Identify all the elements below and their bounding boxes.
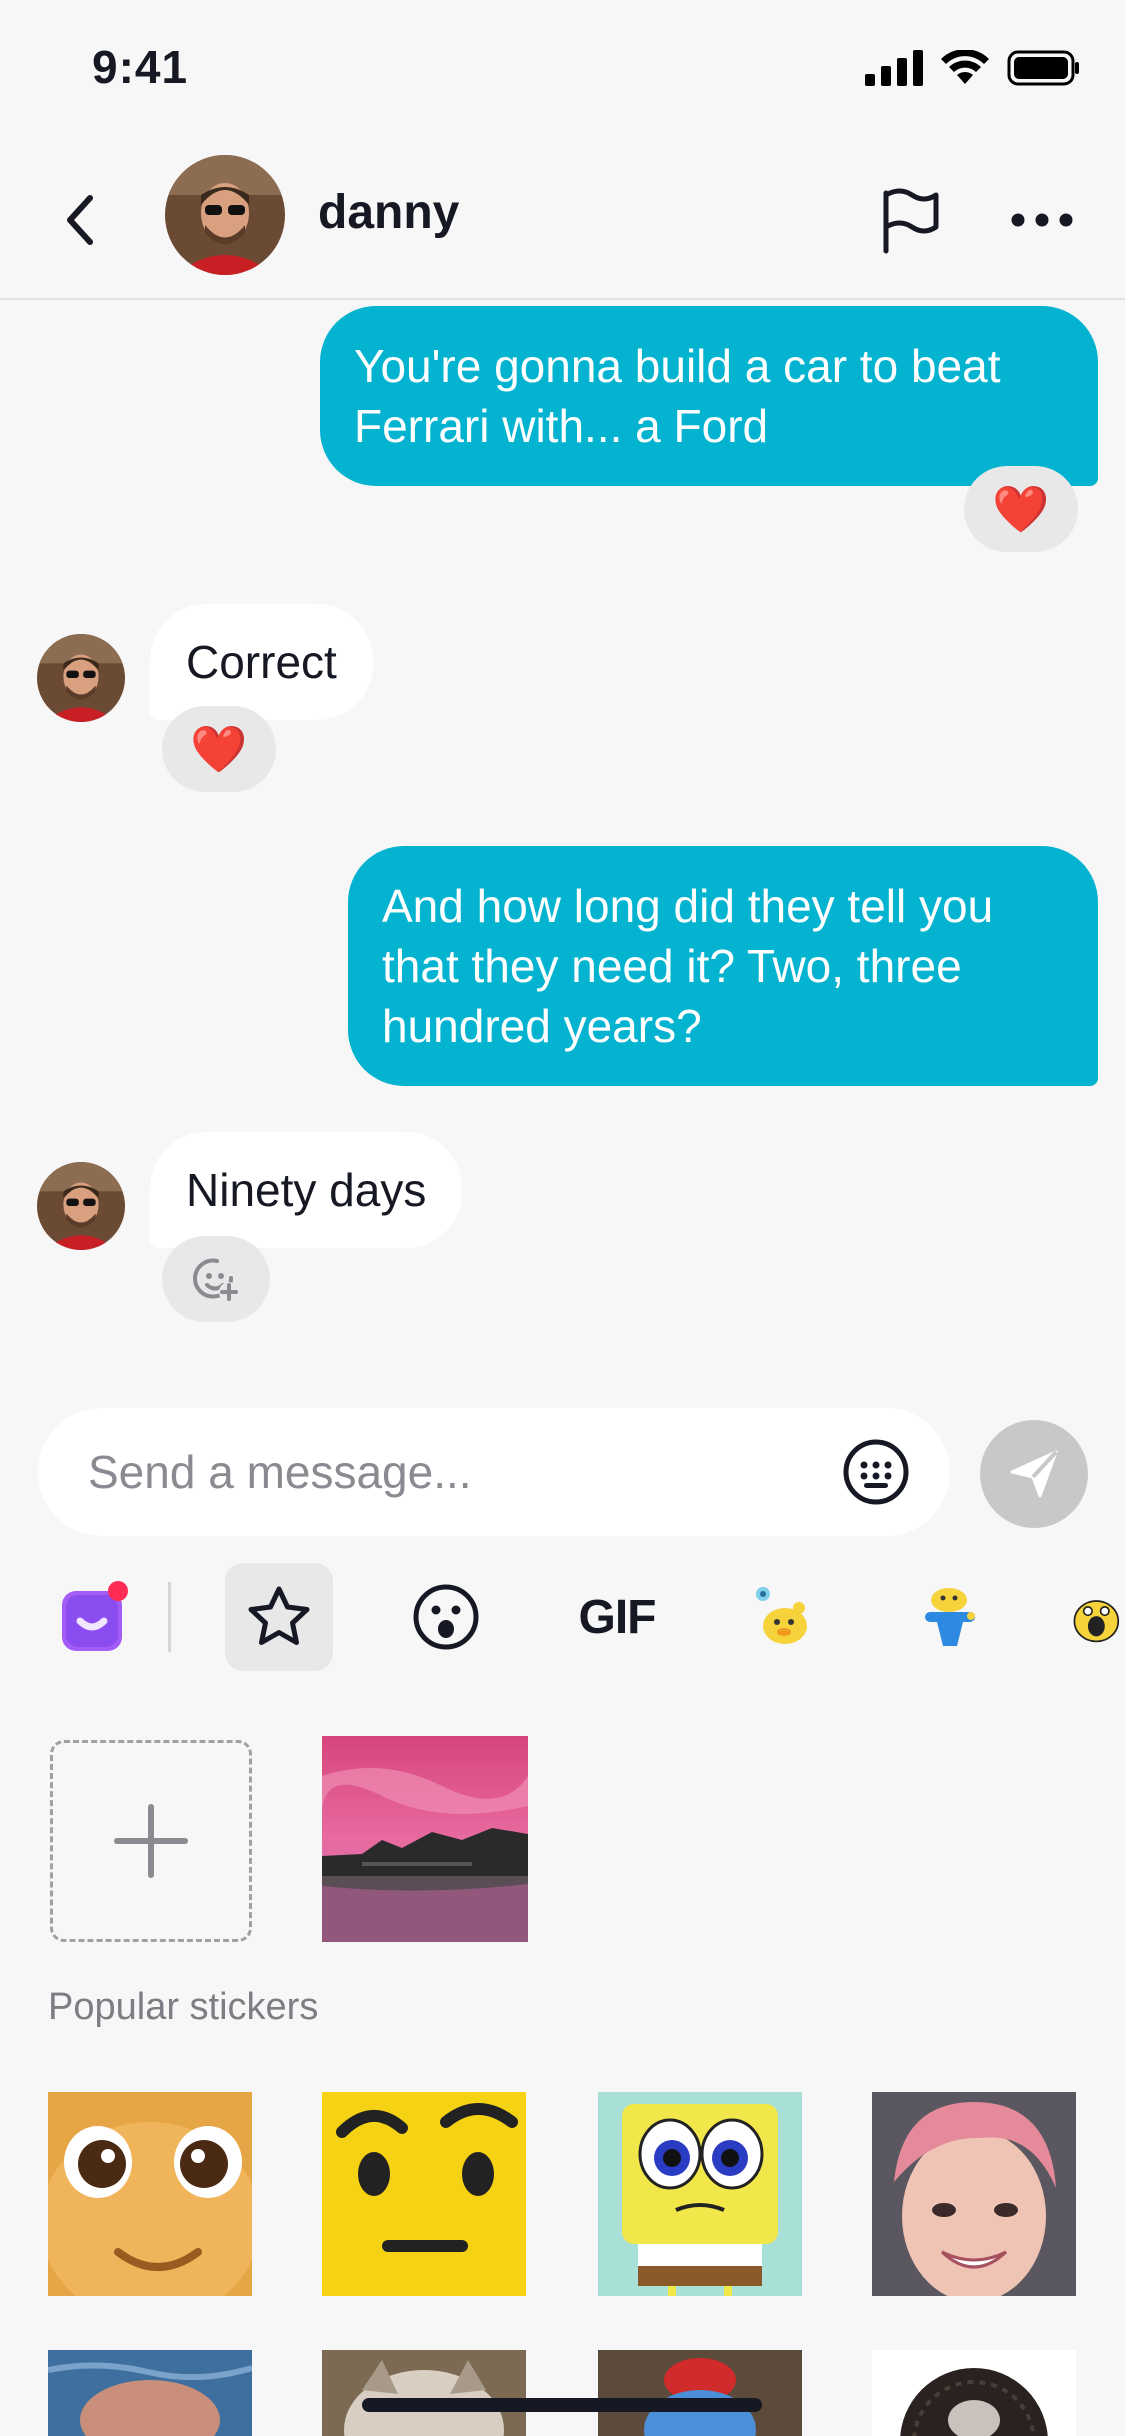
message-composer (38, 1408, 950, 1536)
tab-separator (168, 1582, 171, 1652)
tab-sticker-pack-3[interactable] (1066, 1563, 1125, 1671)
home-indicator[interactable] (362, 2398, 762, 2412)
chat-header: danny (0, 140, 1125, 300)
message-reaction[interactable]: ❤️ (964, 466, 1078, 552)
message-input[interactable] (88, 1408, 818, 1536)
contact-name[interactable]: danny (318, 185, 459, 240)
duck-sticker-icon (756, 1587, 807, 1644)
more-horizontal-icon (1011, 213, 1073, 227)
tab-sticker-pack-1[interactable] (730, 1563, 838, 1671)
sticker-water-person[interactable] (48, 2350, 252, 2436)
plus-icon (114, 1804, 188, 1878)
tab-my-stickers[interactable] (40, 1563, 148, 1671)
custom-sticker-icon (62, 1581, 128, 1651)
battery-icon (1007, 50, 1079, 86)
chevron-left-icon (67, 195, 93, 245)
sticker-cartoon-face[interactable] (48, 2092, 252, 2296)
tab-gif[interactable]: GIF (563, 1563, 671, 1671)
popular-stickers-title: Popular stickers (48, 1986, 319, 2028)
heart-emoji: ❤️ (992, 482, 1050, 535)
sticker-cat[interactable] (322, 2350, 526, 2436)
keyboard-icon (843, 1439, 909, 1505)
message-reaction[interactable]: ❤️ (162, 706, 276, 792)
incoming-message[interactable]: Ninety days (150, 1132, 463, 1248)
add-sticker-button[interactable] (50, 1740, 252, 1942)
gif-label: GIF (578, 1590, 657, 1644)
sender-avatar[interactable] (37, 1162, 125, 1250)
send-button[interactable] (980, 1420, 1088, 1528)
tab-emoji[interactable] (392, 1563, 500, 1671)
emoji-icon (413, 1584, 479, 1650)
duck-toilet-sticker-icon (925, 1588, 975, 1646)
status-bar: 9:41 (0, 0, 1125, 140)
sticker-cookie-cat[interactable] (872, 2350, 1076, 2436)
keyboard-toggle-button[interactable] (842, 1438, 910, 1506)
incoming-message[interactable]: Correct (150, 604, 373, 720)
sender-avatar[interactable] (37, 634, 125, 722)
sticker-smurf[interactable] (598, 2350, 802, 2436)
sticker-smiling-person[interactable] (872, 2092, 1076, 2296)
status-icons (865, 50, 1081, 86)
heart-emoji: ❤️ (190, 722, 248, 775)
star-icon (248, 1586, 310, 1645)
add-reaction-icon (193, 1258, 239, 1302)
sticker-lego-face[interactable] (322, 2092, 526, 2296)
tab-sticker-pack-2[interactable] (896, 1563, 1004, 1671)
contact-avatar[interactable] (165, 155, 285, 275)
outgoing-message[interactable]: And how long did they tell you that they… (348, 846, 1098, 1086)
report-button[interactable] (870, 180, 950, 260)
back-button[interactable] (40, 180, 120, 260)
more-options-button[interactable] (1000, 180, 1084, 260)
add-reaction-button[interactable] (162, 1236, 270, 1322)
screaming-sticker-icon (1073, 1600, 1120, 1643)
signal-icon (865, 50, 923, 86)
status-time: 9:41 (92, 41, 189, 93)
saved-sticker-sunset[interactable] (322, 1736, 528, 1942)
wifi-icon (941, 50, 989, 84)
flag-icon (883, 188, 939, 254)
outgoing-message[interactable]: You're gonna build a car to beat Ferrari… (320, 306, 1098, 486)
tab-favorites[interactable] (225, 1563, 333, 1671)
sticker-spongebob[interactable] (598, 2092, 802, 2296)
sticker-tabs: GIF (0, 1560, 1125, 1671)
send-icon (1010, 1450, 1058, 1498)
